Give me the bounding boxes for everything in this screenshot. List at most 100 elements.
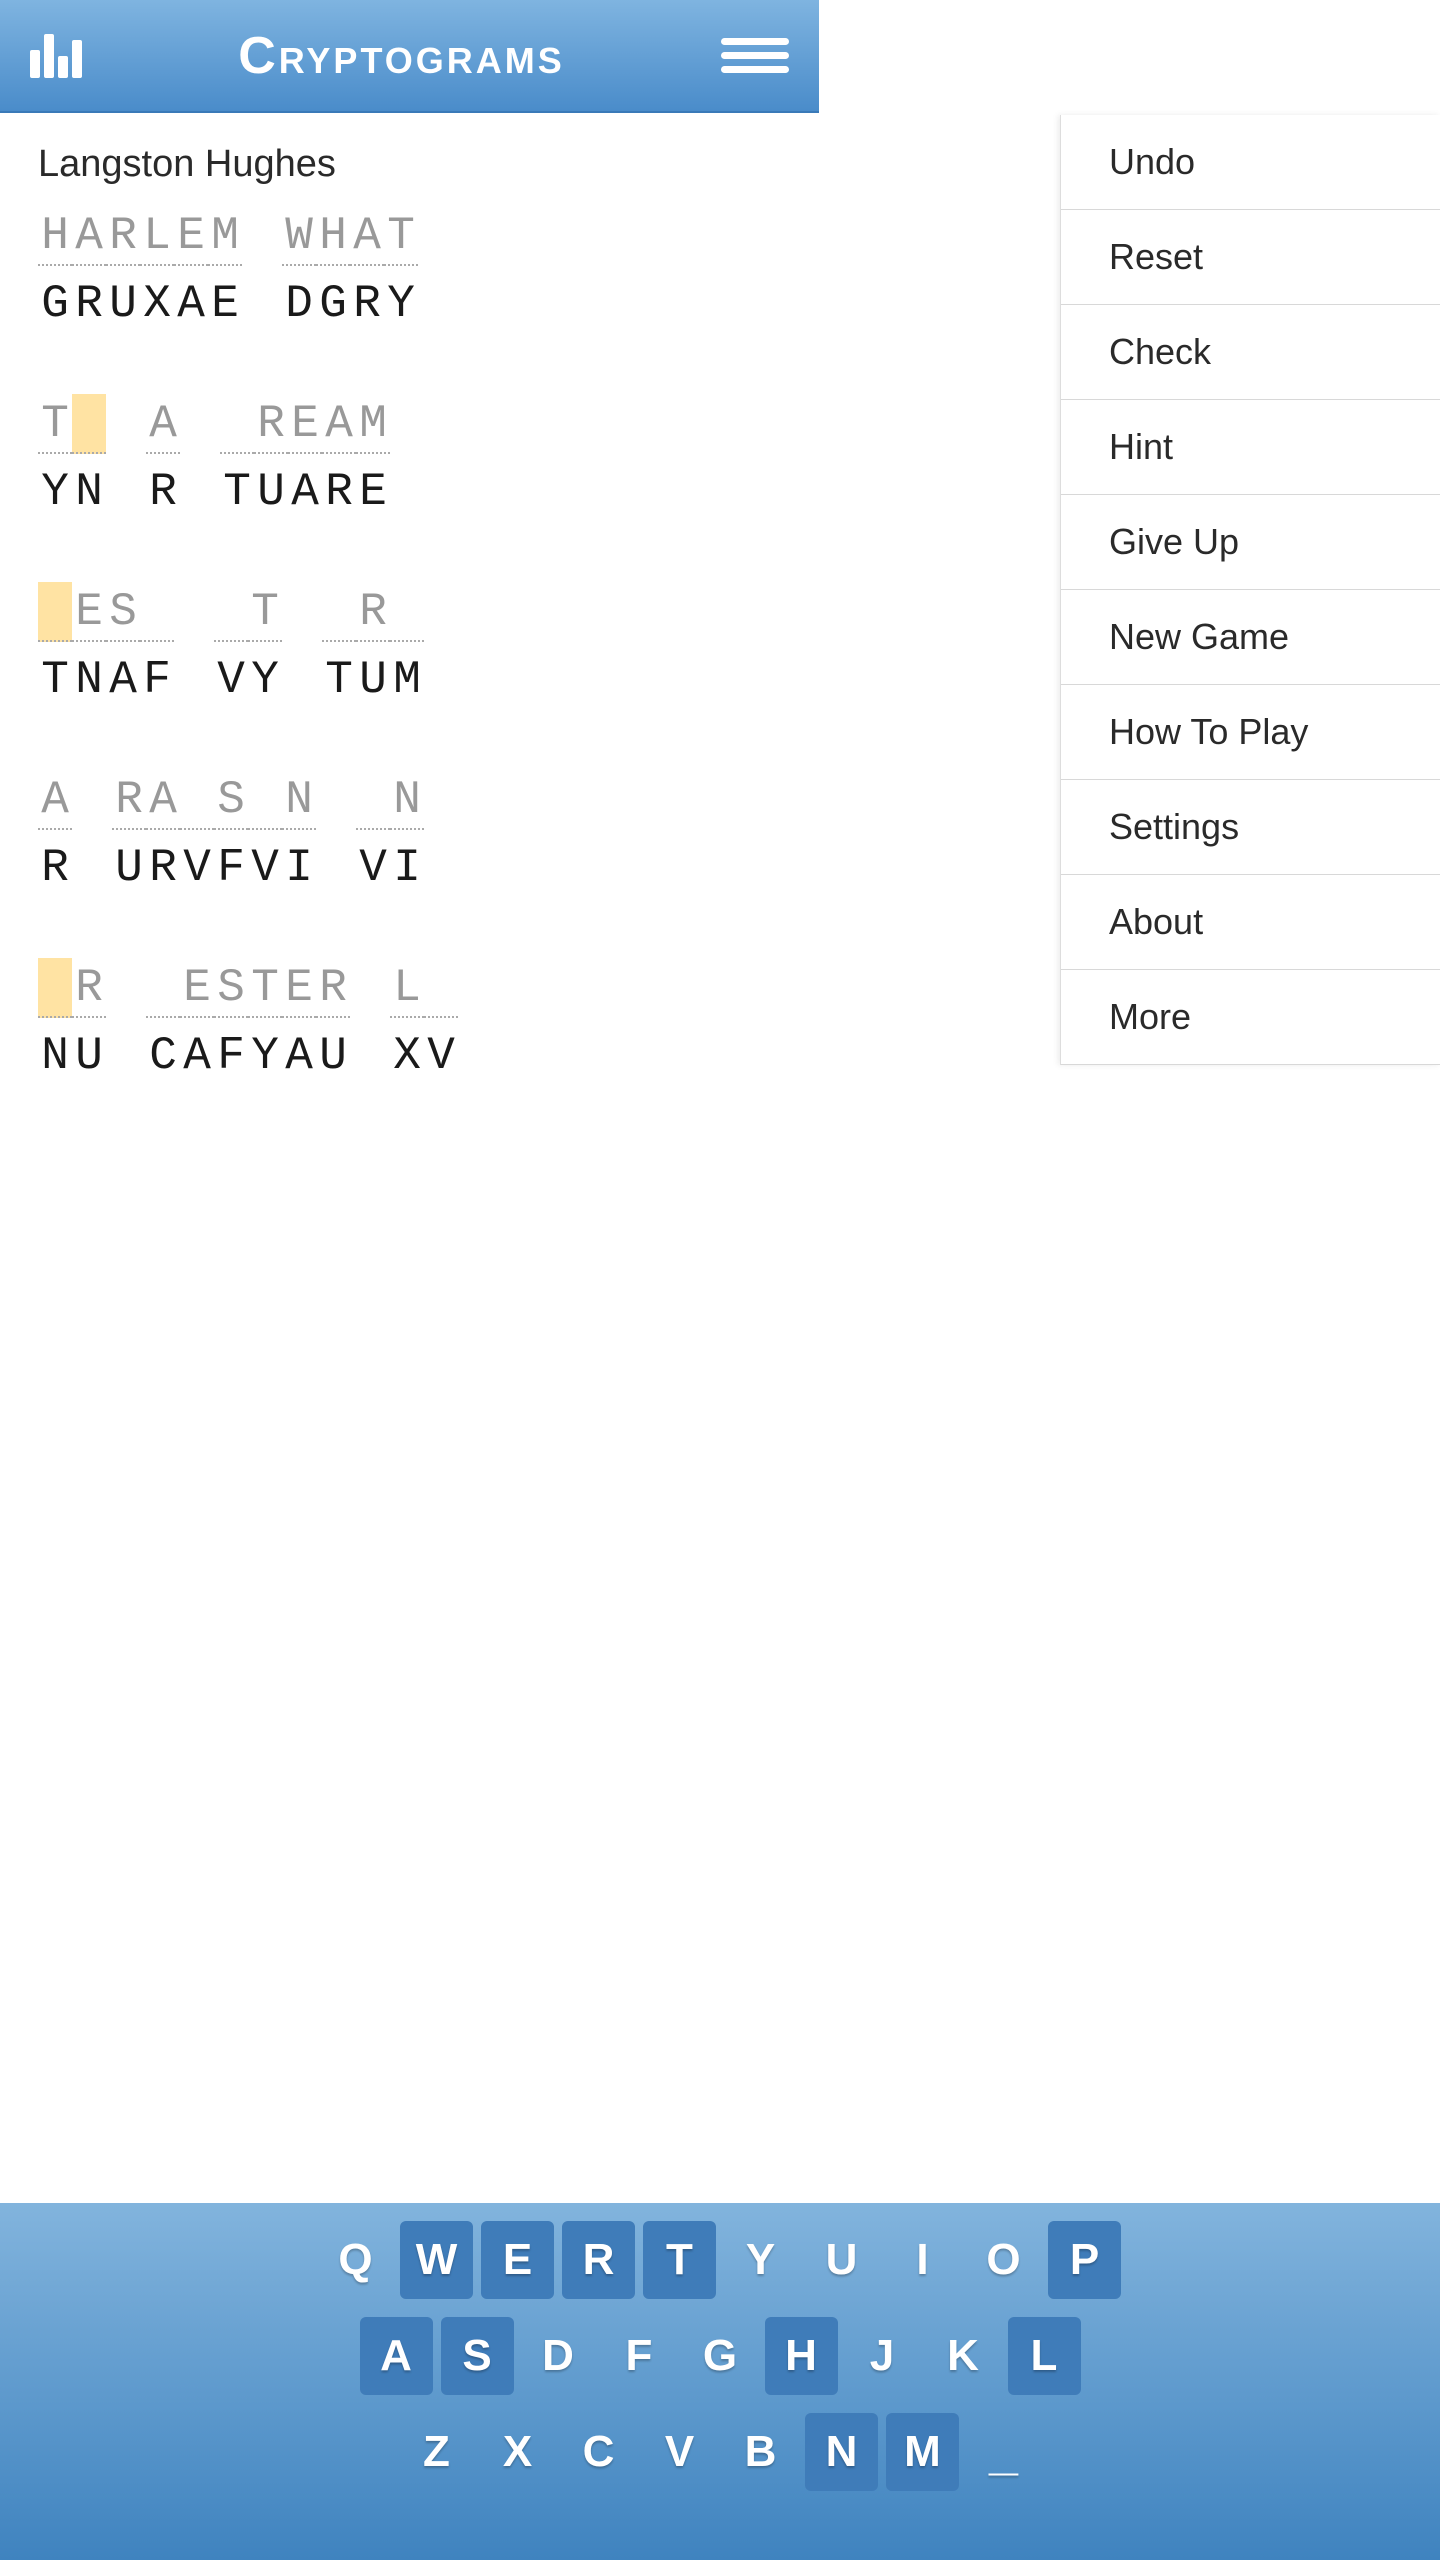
key-r[interactable]: R	[562, 2221, 635, 2299]
key-x[interactable]: X	[481, 2413, 554, 2491]
key-t[interactable]: T	[643, 2221, 716, 2299]
guess-cell[interactable]: A	[350, 206, 384, 266]
menu-item-how-to-play[interactable]: How To Play	[1061, 685, 1440, 780]
menu-item-give-up[interactable]: Give Up	[1061, 495, 1440, 590]
menu-item-check[interactable]: Check	[1061, 305, 1440, 400]
guess-cell[interactable]: E	[282, 958, 316, 1018]
guess-cell[interactable]: T	[248, 958, 282, 1018]
cipher-cell: R	[38, 838, 72, 898]
dropdown-menu: UndoResetCheckHintGive UpNew GameHow To …	[1060, 115, 1440, 1065]
guess-cell[interactable]	[424, 958, 458, 1018]
cipher-cell: U	[356, 650, 390, 710]
guess-cell[interactable]: R	[112, 770, 146, 830]
key-p[interactable]: P	[1048, 2221, 1121, 2299]
guess-cell[interactable]: E	[174, 206, 208, 266]
guess-cell[interactable]: H	[38, 206, 72, 266]
cipher-cell: R	[146, 462, 180, 522]
key-underscore[interactable]: _	[967, 2413, 1040, 2491]
key-a[interactable]: A	[360, 2317, 433, 2395]
word-row: TYNARREAMTUARE	[38, 394, 781, 522]
key-h[interactable]: H	[765, 2317, 838, 2395]
guess-cell[interactable]: R	[72, 958, 106, 1018]
menu-item-settings[interactable]: Settings	[1061, 780, 1440, 875]
guess-cell[interactable]: A	[38, 770, 72, 830]
guess-cell[interactable]	[322, 582, 356, 642]
menu-item-more[interactable]: More	[1061, 970, 1440, 1065]
key-z[interactable]: Z	[400, 2413, 473, 2491]
key-i[interactable]: I	[886, 2221, 959, 2299]
cipher-cell: A	[282, 1026, 316, 1086]
guess-cell[interactable]: E	[72, 582, 106, 642]
guess-cell[interactable]: T	[248, 582, 282, 642]
cipher-cell: V	[424, 1026, 458, 1086]
guess-cell[interactable]	[38, 958, 72, 1018]
key-k[interactable]: K	[927, 2317, 1000, 2395]
key-d[interactable]: D	[522, 2317, 595, 2395]
word-row: RNUESTERCAFYAULXV	[38, 958, 781, 1086]
guess-cell[interactable]: A	[146, 770, 180, 830]
guess-cell[interactable]	[146, 958, 180, 1018]
guess-cell[interactable]	[180, 770, 214, 830]
guess-cell[interactable]: S	[214, 770, 248, 830]
guess-cell[interactable]: N	[390, 770, 424, 830]
key-n[interactable]: N	[805, 2413, 878, 2491]
key-l[interactable]: L	[1008, 2317, 1081, 2395]
guess-cell[interactable]: A	[72, 206, 106, 266]
cipher-cell: A	[174, 274, 208, 334]
key-v[interactable]: V	[643, 2413, 716, 2491]
guess-cell[interactable]: R	[254, 394, 288, 454]
guess-cell[interactable]	[220, 394, 254, 454]
menu-item-new-game[interactable]: New Game	[1061, 590, 1440, 685]
guess-cell[interactable]: E	[180, 958, 214, 1018]
page-title: Cryptograms	[238, 26, 565, 86]
key-q[interactable]: Q	[319, 2221, 392, 2299]
key-e[interactable]: E	[481, 2221, 554, 2299]
menu-item-reset[interactable]: Reset	[1061, 210, 1440, 305]
guess-cell[interactable]: T	[38, 394, 72, 454]
guess-cell[interactable]: A	[322, 394, 356, 454]
key-u[interactable]: U	[805, 2221, 878, 2299]
key-o[interactable]: O	[967, 2221, 1040, 2299]
guess-cell[interactable]: R	[356, 582, 390, 642]
guess-cell[interactable]	[38, 582, 72, 642]
guess-cell[interactable]: N	[282, 770, 316, 830]
guess-cell[interactable]: M	[208, 206, 242, 266]
guess-cell[interactable]: T	[384, 206, 418, 266]
menu-item-hint[interactable]: Hint	[1061, 400, 1440, 495]
key-c[interactable]: C	[562, 2413, 635, 2491]
key-j[interactable]: J	[846, 2317, 919, 2395]
cipher-cell: Y	[38, 462, 72, 522]
key-f[interactable]: F	[603, 2317, 676, 2395]
guess-cell[interactable]	[248, 770, 282, 830]
hamburger-icon[interactable]	[721, 38, 789, 73]
guess-cell[interactable]: A	[146, 394, 180, 454]
menu-item-about[interactable]: About	[1061, 875, 1440, 970]
guess-cell[interactable]: M	[356, 394, 390, 454]
guess-cell[interactable]: W	[282, 206, 316, 266]
cipher-cell: V	[248, 838, 282, 898]
key-g[interactable]: G	[684, 2317, 757, 2395]
guess-cell[interactable]	[356, 770, 390, 830]
guess-cell[interactable]: E	[288, 394, 322, 454]
guess-cell[interactable]	[214, 582, 248, 642]
key-y[interactable]: Y	[724, 2221, 797, 2299]
guess-cell[interactable]: L	[390, 958, 424, 1018]
guess-cell[interactable]: S	[214, 958, 248, 1018]
key-w[interactable]: W	[400, 2221, 473, 2299]
key-m[interactable]: M	[886, 2413, 959, 2491]
guess-cell[interactable]: L	[140, 206, 174, 266]
guess-cell[interactable]	[72, 394, 106, 454]
guess-cell[interactable]	[390, 582, 424, 642]
key-s[interactable]: S	[441, 2317, 514, 2395]
guess-cell[interactable]: R	[106, 206, 140, 266]
guess-cell[interactable]: S	[106, 582, 140, 642]
menu-item-undo[interactable]: Undo	[1061, 115, 1440, 210]
puzzle-grid: HARLEMGRUXAEWHATDGRYTYNARREAMTUAREESTNAF…	[38, 206, 781, 1099]
guess-cell[interactable]	[140, 582, 174, 642]
stats-icon[interactable]	[30, 34, 82, 78]
guess-cell[interactable]: R	[316, 958, 350, 1018]
cipher-cell: G	[38, 274, 72, 334]
cipher-cell: X	[140, 274, 174, 334]
key-b[interactable]: B	[724, 2413, 797, 2491]
guess-cell[interactable]: H	[316, 206, 350, 266]
